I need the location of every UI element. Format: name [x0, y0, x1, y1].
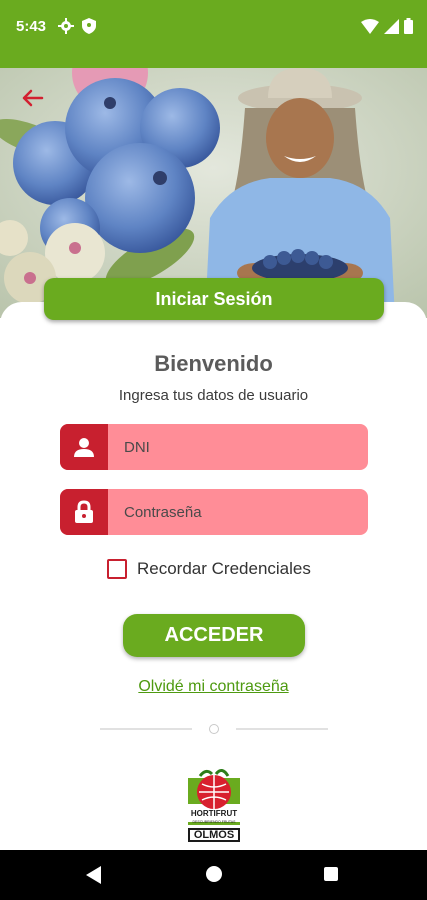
nav-back-icon[interactable]: [86, 866, 102, 884]
wifi-icon: [361, 19, 379, 34]
remember-checkbox[interactable]: [107, 559, 127, 579]
password-field[interactable]: [60, 489, 368, 535]
divider-right: [236, 728, 328, 730]
login-subtitle: Ingresa tus datos de usuario: [118, 387, 309, 404]
gear-icon: [58, 18, 74, 34]
shield-icon: [82, 18, 96, 34]
back-arrow-icon[interactable]: [20, 88, 44, 108]
system-nav-bar: [0, 850, 427, 900]
welcome-heading: Bienvenido: [154, 351, 273, 376]
logo-tagline-text: DESCUBRIENDO FRUTAS: [192, 820, 236, 824]
password-input[interactable]: [118, 489, 368, 535]
lock-icon: [60, 489, 108, 535]
dni-field[interactable]: [60, 424, 368, 470]
status-bar: 5:43: [0, 0, 427, 68]
status-time: 5:43: [16, 18, 47, 35]
remember-credentials[interactable]: Recordar Credenciales: [107, 559, 311, 579]
divider-dot: [209, 724, 219, 734]
user-icon: [60, 424, 108, 470]
signal-icon: [384, 19, 399, 34]
logo-brand-text: HORTIFRUT: [190, 809, 238, 818]
nav-home-icon[interactable]: [206, 866, 222, 882]
divider-left: [100, 728, 192, 730]
logo-location-text: OLMOS: [193, 829, 235, 841]
login-banner-title: Iniciar Sesión: [44, 278, 384, 320]
remember-label[interactable]: Recordar Credenciales: [137, 559, 311, 579]
dni-input[interactable]: [118, 424, 368, 470]
forgot-password-link[interactable]: Olvidé mi contraseña: [0, 678, 427, 696]
battery-icon: [404, 18, 413, 34]
nav-recents-icon[interactable]: [324, 867, 338, 881]
acceder-button[interactable]: ACCEDER: [123, 614, 305, 657]
